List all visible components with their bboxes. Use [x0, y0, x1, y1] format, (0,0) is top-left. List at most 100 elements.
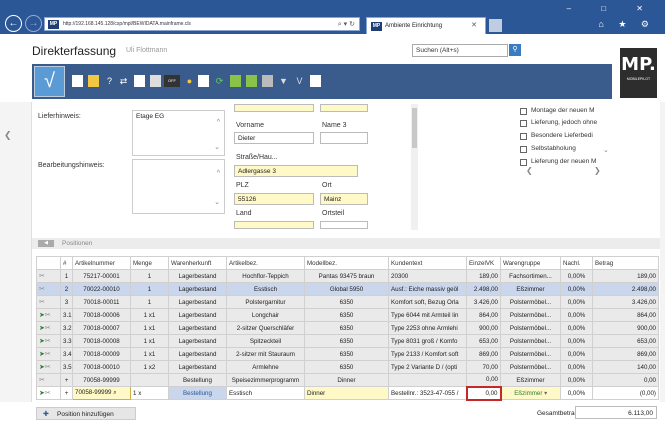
edit-row[interactable]: ➤✂ +70058-99999 ⌕ 1 x Bestellung Esstisch Din… [36, 385, 659, 401]
header-cell[interactable]: # [60, 256, 73, 270]
green-doc-icon[interactable] [230, 75, 241, 87]
header-cell[interactable]: Nachl. [560, 256, 593, 270]
strasse-field[interactable]: Adlergasse 3 [234, 165, 358, 177]
row-actions[interactable]: ✂ [36, 269, 61, 283]
refresh-icon[interactable]: ⟳ [214, 75, 225, 87]
scroll-right-icon[interactable]: ❯ [594, 166, 601, 175]
bookmark-icon[interactable] [88, 75, 99, 87]
table-row[interactable]: ➤✂ 3.1 70018-00006 1 x1 Lagerbestand Longchai… [36, 308, 659, 322]
header-cell[interactable]: Betrag [592, 256, 659, 270]
check-v-icon[interactable]: V [294, 75, 305, 87]
scrollbar-thumb[interactable] [412, 108, 417, 148]
row-actions[interactable]: ➤✂ [36, 334, 61, 348]
row-actions[interactable]: ➤✂ [36, 360, 61, 374]
ort-field[interactable]: Mainz [320, 193, 368, 205]
table-row[interactable]: ➤✂ 3.3 70018-00008 1 x1 Lagerbestand Spitzeck… [36, 334, 659, 348]
checkbox-selbstabholung[interactable] [520, 146, 527, 153]
chevron-down-icon[interactable]: ⌄ [603, 146, 609, 154]
row-actions[interactable]: ✂ [36, 282, 61, 296]
header-cell[interactable]: Menge [130, 256, 169, 270]
list-icon[interactable] [310, 75, 321, 87]
table-row[interactable]: ➤✂ 3.2 70018-00007 1 x1 Lagerbestand 2-sitzer… [36, 321, 659, 335]
help-icon[interactable]: ? [104, 75, 115, 87]
artikelnummer-input[interactable]: 70058-99999 ⌕ [72, 386, 131, 400]
row-actions[interactable]: ✂ [36, 373, 61, 387]
user-icon[interactable]: ● [184, 75, 195, 87]
name2-field[interactable] [320, 104, 368, 112]
name3-field[interactable] [320, 132, 368, 144]
off-icon[interactable]: OFF [164, 75, 180, 87]
scissors-icon[interactable]: ✂ [39, 273, 45, 280]
address-controls-icon[interactable]: ⌕ ▾ ↻ [338, 20, 355, 29]
green-doc2-icon[interactable] [246, 75, 257, 87]
select-arrow-icon[interactable]: ▾ [544, 390, 547, 397]
scissors-icon[interactable]: ✂ [39, 299, 45, 306]
land-field[interactable] [234, 221, 314, 229]
scissors-icon[interactable]: ✂ [45, 312, 51, 319]
collapse-arrow-icon[interactable]: ◀ [38, 240, 54, 247]
checkbox-lieferbedingung[interactable] [520, 133, 527, 140]
bearbeitungshinweis-field[interactable]: ^ ⌄ [132, 159, 225, 214]
row-actions[interactable]: ➤✂ [36, 347, 61, 361]
chevron-left-icon[interactable]: ❮ [4, 130, 12, 141]
row-actions[interactable]: ✂ [36, 295, 61, 309]
add-position-button[interactable]: ✚ Position hinzufügen [36, 407, 136, 420]
header-cell[interactable]: EinzelVK [466, 256, 501, 270]
scissors-icon[interactable]: ✂ [45, 364, 51, 371]
einzelvk-input[interactable]: 0,00 [465, 385, 502, 401]
header-cell[interactable]: Modellbez. [304, 256, 389, 270]
scissors-icon[interactable]: ✂ [45, 338, 51, 345]
header-cell[interactable]: Warenherkunft [168, 256, 227, 270]
table-row[interactable]: ✂ 2 70022-00010 1 Lagerbestand Esstisch Global… [36, 282, 659, 296]
search-icon[interactable]: ⚲ [509, 44, 521, 56]
window-controls[interactable]: – □ ✕ [567, 4, 657, 13]
lieferhinweis-field[interactable]: Etage EG ^ ⌄ [132, 110, 225, 156]
vorname-field[interactable]: Dieter [234, 132, 314, 144]
new-tab-button[interactable] [489, 19, 502, 32]
ortsteil-field[interactable] [320, 221, 368, 229]
undo-icon[interactable]: ⇄ [118, 75, 129, 87]
header-cell[interactable]: Artikelnummer [72, 256, 131, 270]
scissors-icon[interactable]: ✂ [45, 351, 51, 358]
table-row[interactable]: ✂ 3 70018-00011 1 Lagerbestand Polstergarnitu… [36, 295, 659, 309]
warenherkunft-select[interactable]: Bestellung [168, 386, 227, 400]
print-icon[interactable] [150, 75, 161, 87]
modellbez-input[interactable]: Dinner [304, 386, 389, 400]
gray-doc-icon[interactable] [262, 75, 273, 87]
new-document-icon[interactable] [72, 75, 83, 87]
table-row[interactable]: ➤✂ 3.5 70018-00010 1 x2 Lagerbestand Armlehne… [36, 360, 659, 374]
checkbox-montage[interactable] [520, 108, 527, 115]
table-row[interactable]: ✂ +70058-99999 Bestellung Speisezimmerprogr… [36, 373, 659, 387]
address-bar[interactable]: MP http://192.168.145.128/csp/mpl/BEWIDA… [44, 17, 360, 31]
scroll-down-icon[interactable]: ⌄ [214, 143, 220, 151]
copy-icon[interactable] [134, 75, 145, 87]
warengruppe-select[interactable]: Eßzimmer ▾ [500, 386, 561, 400]
browser-toolbar-icons[interactable]: ⌂ ★ ⚙ [598, 19, 655, 30]
scissors-icon[interactable]: ✂ [39, 377, 45, 384]
checkbox-lieferung-neu[interactable] [520, 159, 527, 166]
kundentext-input[interactable]: Bestellnr.: 3523-47-055 / [388, 386, 467, 400]
nachlass-input[interactable]: 0,00% [560, 386, 593, 400]
plz-field[interactable]: 55126 [234, 193, 314, 205]
tab-close-icon[interactable]: ✕ [471, 21, 477, 29]
lookup-icon[interactable]: ⌕ [113, 389, 116, 396]
search-input[interactable]: Suchen (Alt+s) [412, 44, 508, 57]
header-cell[interactable]: Kundentext [388, 256, 467, 270]
row-actions[interactable]: ➤✂ [36, 308, 61, 322]
scroll-left-icon[interactable]: ❮ [526, 166, 533, 175]
back-icon[interactable]: ← [5, 15, 22, 32]
form-scrollbar[interactable] [411, 104, 418, 230]
browser-tab[interactable]: MP Ambiente Einrichtung ✕ [366, 17, 486, 34]
filter-icon[interactable]: ▼ [278, 75, 289, 87]
document-icon[interactable] [198, 75, 209, 87]
scissors-icon[interactable]: ✂ [45, 325, 51, 332]
name-field[interactable] [234, 104, 314, 112]
menge-input[interactable]: 1 x [130, 386, 169, 400]
header-cell[interactable]: Warengruppe [500, 256, 561, 270]
scroll-down-icon[interactable]: ⌄ [214, 198, 220, 206]
artikelbez-input[interactable]: Esstisch [226, 386, 305, 400]
scroll-up-icon[interactable]: ^ [217, 119, 220, 126]
scissors-icon[interactable]: ✂ [39, 286, 45, 293]
row-actions[interactable]: ➤✂ [36, 386, 61, 400]
table-row[interactable]: ✂ 1 75217-00001 1 Lagerbestand Hochflor-Teppi… [36, 269, 659, 283]
